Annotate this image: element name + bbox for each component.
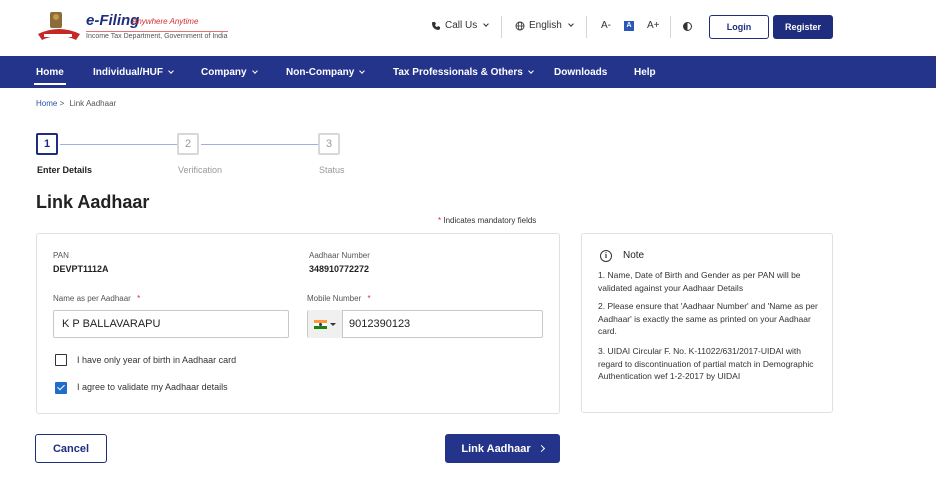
language-label: English — [529, 20, 562, 31]
mobile-number-input[interactable]: 9012390123 — [349, 318, 410, 330]
agree-validate-label: I agree to validate my Aadhaar details — [77, 382, 228, 392]
chevron-down-icon — [567, 21, 574, 27]
header-divider — [670, 16, 671, 38]
breadcrumb-home[interactable]: Home — [36, 99, 57, 108]
mobile-number-field: 9012390123 — [307, 310, 543, 338]
chevron-down-icon — [483, 21, 490, 27]
mobile-label-text: Mobile Number — [307, 294, 362, 303]
year-of-birth-checkbox[interactable] — [55, 354, 67, 366]
header-divider — [501, 16, 502, 38]
call-us-dropdown[interactable]: Call Us — [431, 20, 490, 31]
step-connector — [60, 144, 177, 145]
step-2-label: Verification — [178, 165, 223, 175]
link-aadhaar-form: PAN DEVPT1112A Aadhaar Number 3489107722… — [36, 233, 560, 414]
country-code-select[interactable] — [308, 310, 342, 338]
nav-label: Help — [634, 66, 656, 78]
mandatory-text: Indicates mandatory fields — [443, 216, 537, 225]
name-as-per-aadhaar-input[interactable]: K P BALLAVARAPU — [53, 310, 289, 338]
chevron-down-icon — [359, 67, 366, 74]
login-button[interactable]: Login — [709, 15, 769, 39]
field-divider — [342, 310, 343, 338]
nav-item-tax-professionals[interactable]: Tax Professionals & Others — [393, 56, 534, 88]
name-field-label: Name as per Aadhaar * — [53, 294, 140, 303]
mandatory-note: * Indicates mandatory fields — [438, 216, 536, 225]
register-button[interactable]: Register — [773, 15, 833, 39]
chevron-right-icon — [537, 444, 545, 453]
agree-validate-checkbox[interactable] — [55, 382, 67, 394]
note-panel: i Note 1. Name, Date of Birth and Gender… — [581, 233, 833, 413]
font-decrease-button[interactable]: A- — [601, 20, 611, 31]
nav-item-help[interactable]: Help — [634, 56, 656, 88]
emblem-icon — [38, 12, 80, 40]
page-title: Link Aadhaar — [36, 192, 150, 212]
step-3-label: Status — [319, 165, 345, 175]
logo-subtitle: Income Tax Department, Government of Ind… — [86, 31, 228, 40]
pan-value: DEVPT1112A — [53, 264, 109, 274]
efiling-logo[interactable]: e-Filing Anywhere Anytime Income Tax Dep… — [36, 10, 228, 46]
note-point-2: 2. Please ensure that 'Aadhaar Number' a… — [598, 301, 818, 336]
breadcrumb-separator: > — [59, 99, 65, 108]
step-1-indicator: 1 — [36, 133, 58, 155]
contrast-icon[interactable] — [683, 22, 692, 31]
note-point-1: 1. Name, Date of Birth and Gender as per… — [598, 270, 801, 293]
year-of-birth-label: I have only year of birth in Aadhaar car… — [77, 355, 237, 365]
note-point-3: 3. UIDAI Circular F. No. K-11022/631/201… — [598, 346, 814, 381]
nav-label: Home — [36, 66, 64, 78]
breadcrumb-current: Link Aadhaar — [69, 99, 117, 108]
logo-tagline: Anywhere Anytime — [132, 17, 199, 26]
globe-icon — [515, 21, 525, 30]
caret-down-icon — [330, 322, 336, 326]
aadhaar-number-value: 348910772272 — [309, 264, 370, 274]
chevron-down-icon — [168, 67, 174, 74]
required-star: * — [438, 216, 442, 225]
step-3-indicator: 3 — [318, 133, 340, 155]
nav-item-individual-huf[interactable]: Individual/HUF — [93, 56, 174, 88]
mobile-field-label: Mobile Number * — [307, 294, 371, 303]
nav-label: Non-Company — [286, 66, 355, 78]
nav-item-non-company[interactable]: Non-Company — [286, 56, 366, 88]
india-flag-icon — [314, 319, 327, 329]
call-us-label: Call Us — [445, 20, 478, 31]
nav-item-home[interactable]: Home — [34, 56, 66, 88]
top-header: e-Filing Anywhere Anytime Income Tax Dep… — [0, 0, 936, 56]
link-aadhaar-button[interactable]: Link Aadhaar — [445, 434, 560, 463]
cancel-button[interactable]: Cancel — [35, 434, 107, 463]
phone-icon — [432, 21, 440, 30]
main-nav: Home Individual/HUF Company Non-Company … — [0, 56, 936, 88]
font-increase-button[interactable]: A+ — [647, 20, 660, 31]
nav-label: Tax Professionals & Others — [393, 66, 523, 78]
required-star: * — [137, 294, 141, 303]
font-normal-button[interactable]: A — [624, 21, 634, 31]
nav-item-downloads[interactable]: Downloads — [554, 56, 607, 88]
breadcrumb: Home > Link Aadhaar — [36, 99, 116, 108]
chevron-down-icon — [528, 67, 534, 74]
info-icon: i — [600, 250, 612, 262]
step-connector — [201, 144, 318, 145]
required-star: * — [367, 294, 371, 303]
pan-label: PAN — [53, 251, 69, 260]
language-dropdown[interactable]: English — [515, 20, 574, 31]
aadhaar-number-label: Aadhaar Number — [309, 251, 370, 260]
nav-label: Downloads — [554, 66, 608, 78]
nav-label: Company — [201, 66, 247, 78]
step-1-label: Enter Details — [37, 165, 93, 175]
link-aadhaar-label: Link Aadhaar — [461, 442, 531, 455]
chevron-down-icon — [251, 67, 258, 74]
header-divider — [586, 16, 587, 38]
note-title: Note — [623, 250, 645, 261]
nav-label: Individual/HUF — [93, 66, 163, 78]
step-2-indicator: 2 — [177, 133, 199, 155]
name-label-text: Name as per Aadhaar — [53, 294, 131, 303]
nav-item-company[interactable]: Company — [201, 56, 258, 88]
